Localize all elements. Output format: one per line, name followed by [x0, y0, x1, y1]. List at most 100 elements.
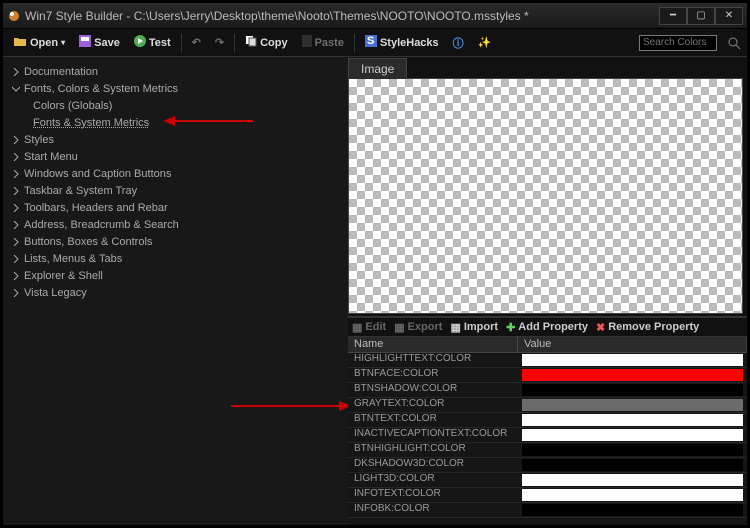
- save-icon: [79, 35, 91, 50]
- prop-name: INFOTEXT:COLOR: [348, 488, 518, 502]
- tree-panel[interactable]: Documentation Fonts, Colors & System Metr…: [3, 57, 348, 525]
- wand-icon: ✨: [478, 36, 492, 49]
- tree-item[interactable]: Toolbars, Headers and Rebar: [11, 199, 340, 216]
- tree-item[interactable]: Fonts, Colors & System Metrics: [11, 80, 340, 97]
- paste-icon: [302, 35, 312, 50]
- tree-item[interactable]: Styles: [11, 131, 340, 148]
- undo-button[interactable]: ↶: [188, 34, 205, 51]
- test-button[interactable]: Test: [130, 33, 175, 52]
- chevron-right-icon[interactable]: [11, 169, 21, 179]
- image-panel: Image: [348, 57, 747, 317]
- prop-name: GRAYTEXT:COLOR: [348, 398, 518, 412]
- tree-label: Documentation: [24, 66, 98, 78]
- color-swatch[interactable]: [522, 429, 743, 441]
- chevron-right-icon[interactable]: [11, 152, 21, 162]
- col-name[interactable]: Name: [348, 337, 518, 352]
- prop-name: INACTIVECAPTIONTEXT:COLOR: [348, 428, 518, 442]
- export-button[interactable]: ▦Export: [394, 321, 442, 334]
- redo-button[interactable]: ↷: [211, 34, 228, 51]
- chevron-right-icon[interactable]: [11, 203, 21, 213]
- wand-button[interactable]: ✨: [474, 34, 496, 51]
- separator: [234, 34, 235, 52]
- image-tab[interactable]: Image: [348, 58, 407, 79]
- tree-item[interactable]: Vista Legacy: [11, 284, 340, 301]
- tree-item[interactable]: Windows and Caption Buttons: [11, 165, 340, 182]
- copy-button[interactable]: Copy: [241, 33, 292, 52]
- color-swatch[interactable]: [522, 504, 743, 516]
- chevron-right-icon[interactable]: [11, 220, 21, 230]
- table-row[interactable]: BTNHIGHLIGHT:COLOR: [348, 443, 747, 458]
- col-value[interactable]: Value: [518, 337, 747, 352]
- table-row[interactable]: INFOTEXT:COLOR: [348, 488, 747, 503]
- edit-button[interactable]: ▦Edit: [352, 321, 386, 334]
- tree-item[interactable]: Buttons, Boxes & Controls: [11, 233, 340, 250]
- remove-icon: ✖: [596, 321, 605, 334]
- table-row[interactable]: INACTIVECAPTIONTEXT:COLOR: [348, 428, 747, 443]
- search-go-icon[interactable]: [727, 36, 741, 50]
- table-row[interactable]: BTNSHADOW:COLOR: [348, 383, 747, 398]
- add-property-button[interactable]: ✚Add Property: [506, 321, 588, 334]
- tree-item[interactable]: Start Menu: [11, 148, 340, 165]
- stylehacks-button[interactable]: S StyleHacks: [361, 33, 443, 52]
- chevron-right-icon[interactable]: [11, 186, 21, 196]
- prop-name: DKSHADOW3D:COLOR: [348, 458, 518, 472]
- color-swatch[interactable]: [522, 474, 743, 486]
- maximize-button[interactable]: ▢: [687, 7, 715, 25]
- prop-name: BTNHIGHLIGHT:COLOR: [348, 443, 518, 457]
- color-swatch[interactable]: [522, 384, 743, 396]
- grid-header: Name Value: [348, 337, 747, 353]
- export-icon: ▦: [394, 321, 404, 334]
- color-swatch[interactable]: [522, 369, 743, 381]
- property-grid[interactable]: HIGHLIGHTTEXT:COLORBTNFACE:COLORBTNSHADO…: [348, 353, 747, 525]
- undo-icon: ↶: [192, 36, 201, 49]
- app-icon: [7, 9, 21, 23]
- tree-label: Fonts & System Metrics: [33, 117, 149, 129]
- tree-item[interactable]: Documentation: [11, 63, 340, 80]
- chevron-right-icon[interactable]: [11, 67, 21, 77]
- open-button[interactable]: Open ▾: [9, 33, 69, 52]
- import-button[interactable]: ▦Import: [450, 321, 498, 334]
- remove-property-button[interactable]: ✖Remove Property: [596, 321, 699, 334]
- chevron-right-icon[interactable]: [11, 254, 21, 264]
- table-row[interactable]: LIGHT3D:COLOR: [348, 473, 747, 488]
- table-row[interactable]: GRAYTEXT:COLOR: [348, 398, 747, 413]
- save-button[interactable]: Save: [75, 33, 124, 52]
- color-swatch[interactable]: [522, 489, 743, 501]
- paste-button[interactable]: Paste: [298, 33, 348, 52]
- prop-name: BTNFACE:COLOR: [348, 368, 518, 382]
- close-button[interactable]: ✕: [715, 7, 743, 25]
- table-row[interactable]: DKSHADOW3D:COLOR: [348, 458, 747, 473]
- table-row[interactable]: INFOBK:COLOR: [348, 503, 747, 518]
- tree-item[interactable]: Fonts & System Metrics: [11, 114, 340, 131]
- tree-item[interactable]: Address, Breadcrumb & Search: [11, 216, 340, 233]
- prop-name: BTNSHADOW:COLOR: [348, 383, 518, 397]
- search-input[interactable]: [639, 35, 717, 51]
- chevron-right-icon[interactable]: [11, 271, 21, 281]
- tree-label: Lists, Menus & Tabs: [24, 253, 122, 265]
- info-button[interactable]: ⓘ: [449, 33, 468, 53]
- table-row[interactable]: BTNTEXT:COLOR: [348, 413, 747, 428]
- tree-item[interactable]: Colors (Globals): [11, 97, 340, 114]
- tree-item[interactable]: Explorer & Shell: [11, 267, 340, 284]
- chevron-right-icon[interactable]: [11, 135, 21, 145]
- separator: [354, 34, 355, 52]
- color-swatch[interactable]: [522, 459, 743, 471]
- prop-name: LIGHT3D:COLOR: [348, 473, 518, 487]
- tree-item[interactable]: Lists, Menus & Tabs: [11, 250, 340, 267]
- tree-label: Taskbar & System Tray: [24, 185, 137, 197]
- chevron-right-icon[interactable]: [11, 237, 21, 247]
- color-swatch[interactable]: [522, 444, 743, 456]
- color-swatch[interactable]: [522, 399, 743, 411]
- table-row[interactable]: HIGHLIGHTTEXT:COLOR: [348, 353, 747, 368]
- tree-label: Start Menu: [24, 151, 78, 163]
- chevron-right-icon[interactable]: [11, 288, 21, 298]
- minimize-button[interactable]: ━: [659, 7, 687, 25]
- table-row[interactable]: BTNFACE:COLOR: [348, 368, 747, 383]
- image-preview: [348, 78, 743, 314]
- color-swatch[interactable]: [522, 354, 743, 366]
- tree-item[interactable]: Taskbar & System Tray: [11, 182, 340, 199]
- color-swatch[interactable]: [522, 414, 743, 426]
- prop-name: HIGHLIGHTTEXT:COLOR: [348, 353, 518, 367]
- tree-label: Toolbars, Headers and Rebar: [24, 202, 168, 214]
- chevron-down-icon[interactable]: [11, 84, 21, 94]
